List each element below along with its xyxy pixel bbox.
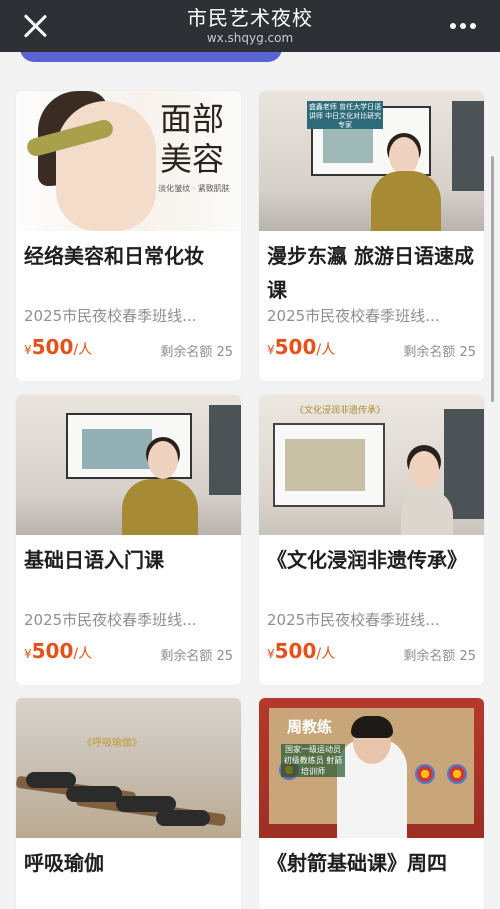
price-unit: /人 — [73, 646, 93, 662]
price-amount: 500 — [31, 335, 74, 359]
course-thumbnail: 盛鑫老师 曾任大学日语讲师 中日文化对比研究专家 — [259, 91, 484, 231]
remaining-quota: 剩余名额 25 — [403, 649, 476, 664]
remaining-quota: 剩余名额 25 — [160, 345, 233, 360]
course-thumbnail: 周教练 国家一级运动员 初级教练员 射箭培训师 — [259, 698, 484, 838]
course-title: 漫步东瀛 旅游日语速成课 — [267, 244, 474, 302]
course-subtitle: 2025市民夜校春季班线... — [267, 307, 440, 325]
thumbnail-caption: 《呼吸瑜伽》 — [82, 738, 142, 749]
category-tab-bar[interactable] — [20, 52, 282, 62]
thumbnail-name: 周教练 — [287, 718, 333, 736]
course-subtitle: 2025市民夜校春季班线... — [267, 611, 440, 629]
currency-symbol: ¥ — [267, 343, 275, 357]
course-price: ¥500/人 — [267, 335, 335, 359]
thumbnail-tag: 国家一级运动员 初级教练员 射箭培训师 — [281, 744, 345, 777]
course-card[interactable]: 《文化浸润非遗传承》 《文化浸润非遗传承》 2025市民夜校春季班线... ¥5… — [259, 395, 484, 685]
currency-symbol: ¥ — [24, 647, 32, 661]
price-amount: 500 — [31, 639, 74, 663]
thumbnail-title: 面部美容 — [159, 100, 224, 178]
course-subtitle: 2025市民夜校春季班线... — [24, 307, 197, 325]
remaining-quota: 剩余名额 25 — [403, 345, 476, 360]
course-price: ¥500/人 — [24, 639, 92, 663]
price-unit: /人 — [316, 646, 336, 662]
course-title: 呼吸瑜伽 — [24, 851, 104, 875]
title-block: 市民艺术夜校 wx.shqyg.com — [0, 5, 500, 45]
course-thumbnail — [16, 395, 241, 535]
thumbnail-caption: 淡化皱纹 · 紧致肌肤 — [158, 184, 230, 193]
page-title: 市民艺术夜校 — [187, 6, 313, 30]
currency-symbol: ¥ — [24, 343, 32, 357]
price-amount: 500 — [274, 335, 317, 359]
course-title: 基础日语入门课 — [24, 548, 164, 572]
more-options-icon[interactable] — [450, 22, 476, 30]
course-card[interactable]: 盛鑫老师 曾任大学日语讲师 中日文化对比研究专家 漫步东瀛 旅游日语速成课 20… — [259, 91, 484, 381]
course-subtitle: 2025市民夜校春季班线... — [24, 611, 197, 629]
currency-symbol: ¥ — [267, 647, 275, 661]
price-unit: /人 — [73, 342, 93, 358]
top-navigation-bar: 市民艺术夜校 wx.shqyg.com — [0, 0, 500, 52]
course-title: 《射箭基础课》周四 — [267, 851, 447, 875]
course-title: 《文化浸润非遗传承》 — [267, 548, 467, 572]
course-card[interactable]: 周教练 国家一级运动员 初级教练员 射箭培训师 《射箭基础课》周四 — [259, 698, 484, 909]
price-unit: /人 — [316, 342, 336, 358]
thumbnail-caption: 《文化浸润非遗传承》 — [295, 406, 386, 416]
thumbnail-banner: 盛鑫老师 曾任大学日语讲师 中日文化对比研究专家 — [307, 101, 383, 129]
course-card[interactable]: 基础日语入门课 2025市民夜校春季班线... ¥500/人 剩余名额 25 — [16, 395, 241, 685]
remaining-quota: 剩余名额 25 — [160, 649, 233, 664]
course-price: ¥500/人 — [267, 639, 335, 663]
course-card[interactable]: 《呼吸瑜伽》 呼吸瑜伽 — [16, 698, 241, 909]
course-list[interactable]: 面部美容 淡化皱纹 · 紧致肌肤 经络美容和日常化妆 2025市民夜校春季班线.… — [0, 52, 500, 909]
course-thumbnail: 《文化浸润非遗传承》 — [259, 395, 484, 535]
course-card[interactable]: 面部美容 淡化皱纹 · 紧致肌肤 经络美容和日常化妆 2025市民夜校春季班线.… — [16, 91, 241, 381]
course-thumbnail: 《呼吸瑜伽》 — [16, 698, 241, 838]
price-amount: 500 — [274, 639, 317, 663]
course-thumbnail: 面部美容 淡化皱纹 · 紧致肌肤 — [16, 91, 241, 231]
course-price: ¥500/人 — [24, 335, 92, 359]
scrollbar[interactable] — [491, 156, 494, 402]
course-title: 经络美容和日常化妆 — [24, 244, 204, 268]
page-url: wx.shqyg.com — [206, 31, 294, 45]
